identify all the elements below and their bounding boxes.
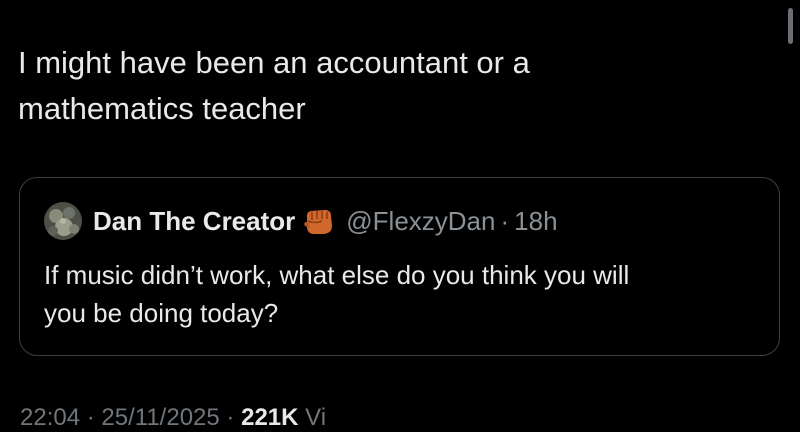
quoted-tweet-text: If music didn’t work, what else do you t… — [44, 256, 764, 332]
tweet-text-line-2: mathematics teacher — [18, 91, 306, 126]
quoted-timestamp[interactable]: 18h — [514, 206, 557, 237]
quoted-text-line-2: you be doing today? — [44, 298, 279, 328]
views-count: 221K — [241, 404, 299, 431]
avatar[interactable] — [44, 202, 82, 240]
tweet-meta-row: 22:04 · 25/11/2025 · 221K Vi — [20, 404, 326, 432]
quoted-text-line-1: If music didn’t work, what else do you t… — [44, 260, 630, 290]
quoted-display-name[interactable]: Dan The Creator — [93, 206, 295, 237]
quoted-tweet-card[interactable]: Dan The Creator @FlexzyDan · 18h If musi… — [19, 177, 780, 356]
tweet-time[interactable]: 22:04 — [20, 404, 80, 431]
meta-separator: · — [86, 404, 95, 431]
header-separator: · — [500, 205, 510, 236]
quoted-tweet-header: Dan The Creator @FlexzyDan · 18h — [44, 202, 558, 240]
oncoming-fist-emoji-icon — [304, 210, 333, 234]
views-label: Vi — [305, 404, 327, 431]
scrollbar-thumb[interactable] — [788, 8, 793, 44]
quoted-handle[interactable]: @FlexzyDan — [346, 206, 495, 237]
meta-separator-2: · — [226, 404, 235, 431]
avatar-image — [44, 202, 82, 240]
tweet-date[interactable]: 25/11/2025 — [101, 404, 219, 431]
tweet-text: I might have been an accountant or a mat… — [18, 40, 738, 132]
tweet-text-line-1: I might have been an accountant or a — [18, 45, 530, 80]
